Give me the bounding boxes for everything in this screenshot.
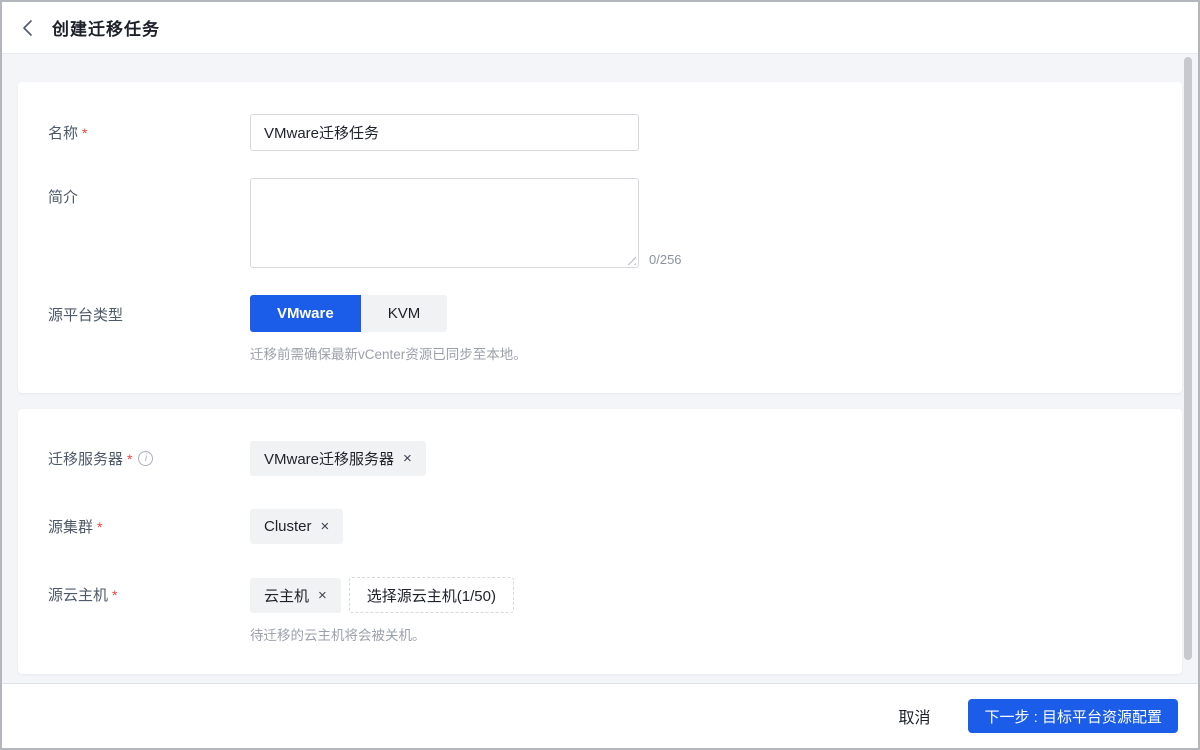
source-host-row: 源云主机* 云主机 × 选择源云主机(1/50) 待迁移的云主机将会被关机。 xyxy=(48,577,1152,644)
next-step-button[interactable]: 下一步 : 目标平台资源配置 xyxy=(968,699,1178,733)
required-asterisk: * xyxy=(127,451,132,467)
migration-server-label-text: 迁移服务器 xyxy=(48,448,123,469)
source-config-card: 迁移服务器* i VMware迁移服务器 × 源集群* Cluster xyxy=(18,409,1182,674)
source-cluster-row: 源集群* Cluster × xyxy=(48,509,1152,544)
source-host-tag-text: 云主机 xyxy=(264,585,309,606)
intro-label-text: 简介 xyxy=(48,186,78,207)
task-name-input[interactable] xyxy=(250,114,639,151)
platform-hint: 迁移前需确保最新vCenter资源已同步至本地。 xyxy=(250,343,1152,363)
source-host-label: 源云主机* xyxy=(48,577,250,605)
source-host-hint: 待迁移的云主机将会被关机。 xyxy=(250,624,1152,644)
platform-toggle-group: VMware KVM xyxy=(250,295,1152,332)
migration-server-label: 迁移服务器* i xyxy=(48,441,250,469)
select-source-host-button[interactable]: 选择源云主机(1/50) xyxy=(349,577,514,613)
migration-server-row: 迁移服务器* i VMware迁移服务器 × xyxy=(48,441,1152,476)
remove-tag-icon[interactable]: × xyxy=(318,588,327,603)
back-icon[interactable] xyxy=(22,18,42,38)
name-label: 名称* xyxy=(48,114,250,143)
char-counter: 0/256 xyxy=(649,252,682,268)
required-asterisk: * xyxy=(112,587,117,603)
source-cluster-label: 源集群* xyxy=(48,509,250,537)
platform-label-text: 源平台类型 xyxy=(48,304,123,325)
source-cluster-tag: Cluster × xyxy=(250,509,343,544)
content-area: 名称* 简介 0/256 xyxy=(2,54,1198,674)
vertical-scrollbar[interactable] xyxy=(1184,57,1192,660)
cancel-button[interactable]: 取消 xyxy=(898,704,930,728)
create-migration-task-page: 创建迁移任务 名称* 简介 xyxy=(0,0,1200,750)
migration-server-tag: VMware迁移服务器 × xyxy=(250,441,426,476)
source-cluster-tag-text: Cluster xyxy=(264,518,312,535)
intro-textarea[interactable] xyxy=(250,178,639,268)
intro-row: 简介 0/256 xyxy=(48,178,1152,268)
remove-tag-icon[interactable]: × xyxy=(321,519,330,534)
name-row: 名称* xyxy=(48,114,1152,151)
page-header: 创建迁移任务 xyxy=(2,2,1198,54)
required-asterisk: * xyxy=(82,125,87,141)
source-host-label-text: 源云主机 xyxy=(48,584,108,605)
basic-info-card: 名称* 简介 0/256 xyxy=(18,82,1182,393)
footer-action-bar: 取消 下一步 : 目标平台资源配置 xyxy=(2,683,1198,748)
platform-option-kvm[interactable]: KVM xyxy=(361,295,448,332)
required-asterisk: * xyxy=(97,519,102,535)
migration-server-tag-text: VMware迁移服务器 xyxy=(264,448,394,469)
source-cluster-label-text: 源集群 xyxy=(48,516,93,537)
info-icon[interactable]: i xyxy=(138,451,153,466)
name-label-text: 名称 xyxy=(48,122,78,143)
platform-label: 源平台类型 xyxy=(48,295,250,325)
platform-row: 源平台类型 VMware KVM 迁移前需确保最新vCenter资源已同步至本地… xyxy=(48,295,1152,363)
platform-option-vmware[interactable]: VMware xyxy=(250,295,361,332)
intro-label: 简介 xyxy=(48,178,250,207)
page-title: 创建迁移任务 xyxy=(52,15,160,40)
source-host-tag: 云主机 × xyxy=(250,578,341,613)
remove-tag-icon[interactable]: × xyxy=(403,451,412,466)
